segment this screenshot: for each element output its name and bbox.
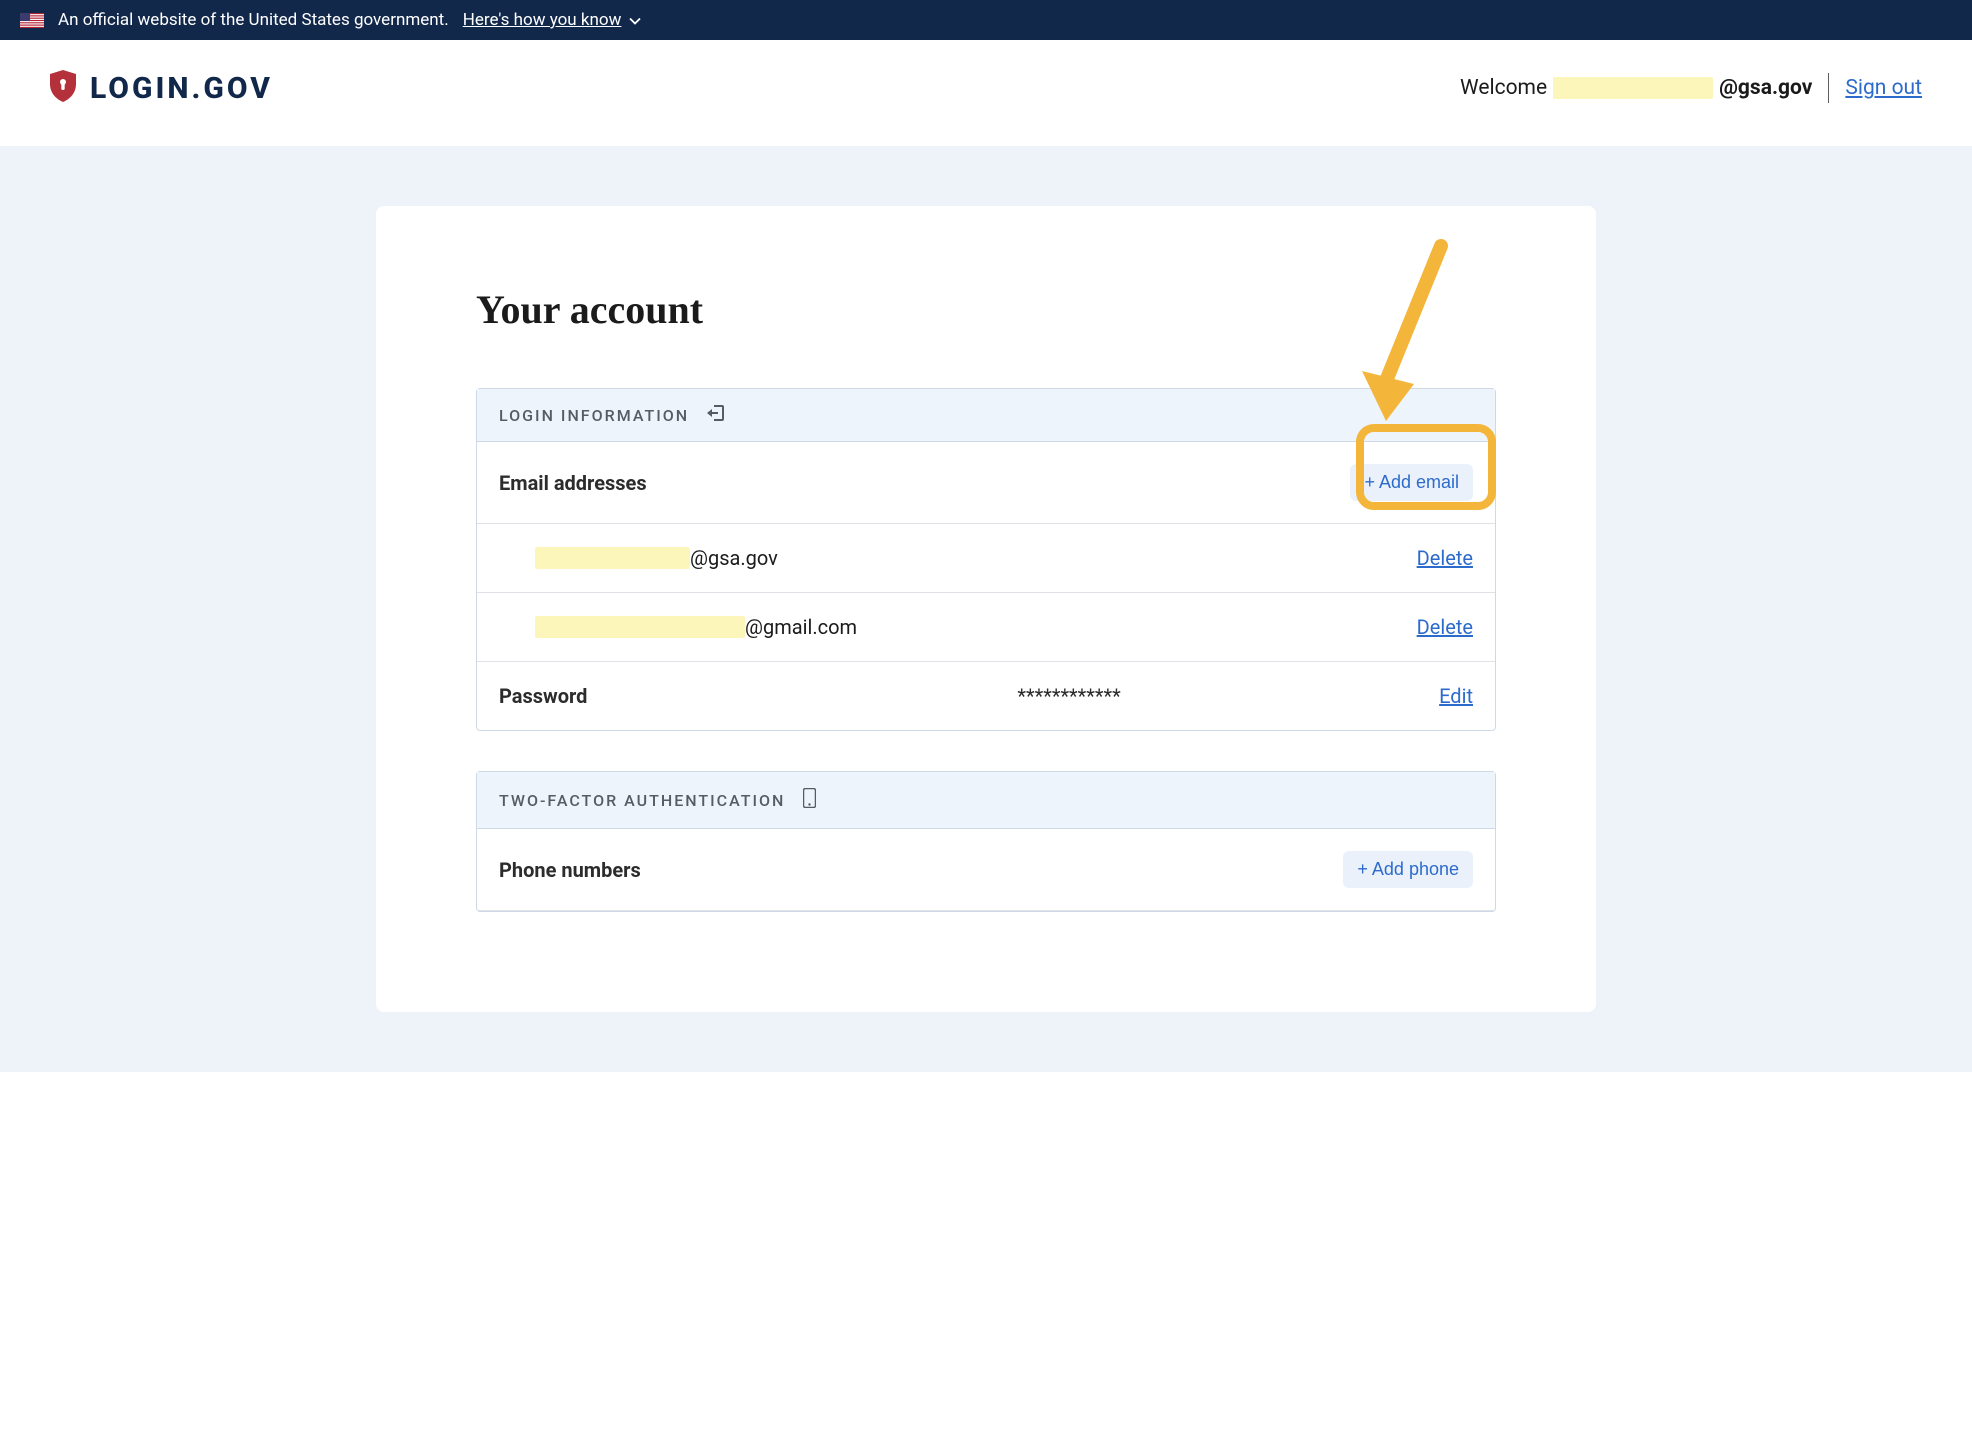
password-label: Password xyxy=(499,684,699,708)
twofa-title: TWO-FACTOR AUTHENTICATION xyxy=(499,791,785,810)
add-phone-button[interactable]: + Add phone xyxy=(1343,851,1473,888)
login-info-header: LOGIN INFORMATION xyxy=(477,389,1495,442)
vertical-divider xyxy=(1828,73,1829,103)
email-row: @gmail.com Delete xyxy=(477,593,1495,662)
phone-icon xyxy=(803,788,816,812)
gov-banner-text: An official website of the United States… xyxy=(58,10,449,30)
email-suffix: @gsa.gov xyxy=(1719,76,1812,100)
us-flag-icon xyxy=(20,13,44,28)
twofa-header: TWO-FACTOR AUTHENTICATION xyxy=(477,772,1495,829)
welcome-text: Welcome xyxy=(1460,76,1547,100)
shield-icon xyxy=(50,70,76,106)
password-row: Password ************ Edit xyxy=(477,662,1495,730)
user-block: Welcome @gsa.gov Sign out xyxy=(1460,73,1922,103)
email-addresses-label: Email addresses xyxy=(499,471,647,495)
login-info-panel: LOGIN INFORMATION Email addresses + Add … xyxy=(476,388,1496,731)
gov-banner: An official website of the United States… xyxy=(0,0,1972,40)
how-you-know-text: Here's how you know xyxy=(463,10,622,30)
redacted-email xyxy=(535,547,690,569)
edit-password-link[interactable]: Edit xyxy=(1439,684,1473,708)
password-value: ************ xyxy=(699,684,1439,708)
chevron-down-icon xyxy=(629,10,641,30)
account-card: Your account LOGIN INFORMATION Email add… xyxy=(376,206,1596,1012)
logo[interactable]: LOGIN.GOV xyxy=(50,70,273,106)
email-suffix: @gsa.gov xyxy=(690,546,778,570)
signin-icon xyxy=(707,405,725,425)
redacted-username xyxy=(1553,77,1713,99)
delete-email-link[interactable]: Delete xyxy=(1417,546,1473,570)
twofa-panel: TWO-FACTOR AUTHENTICATION Phone numbers … xyxy=(476,771,1496,912)
main-background: Your account LOGIN INFORMATION Email add… xyxy=(0,146,1972,1072)
phone-numbers-label: Phone numbers xyxy=(499,858,641,882)
email-addresses-row: Email addresses + Add email xyxy=(477,442,1495,524)
page-title: Your account xyxy=(476,286,1496,333)
logo-text: LOGIN.GOV xyxy=(90,71,273,106)
email-row: @gsa.gov Delete xyxy=(477,524,1495,593)
phone-numbers-row: Phone numbers + Add phone xyxy=(477,829,1495,911)
sign-out-link[interactable]: Sign out xyxy=(1845,76,1922,100)
add-email-button[interactable]: + Add email xyxy=(1350,464,1473,501)
how-you-know-link[interactable]: Here's how you know xyxy=(463,10,642,30)
delete-email-link[interactable]: Delete xyxy=(1417,615,1473,639)
redacted-email xyxy=(535,616,745,638)
site-header: LOGIN.GOV Welcome @gsa.gov Sign out xyxy=(0,40,1972,146)
login-info-title: LOGIN INFORMATION xyxy=(499,406,689,425)
email-suffix: @gmail.com xyxy=(745,615,857,639)
